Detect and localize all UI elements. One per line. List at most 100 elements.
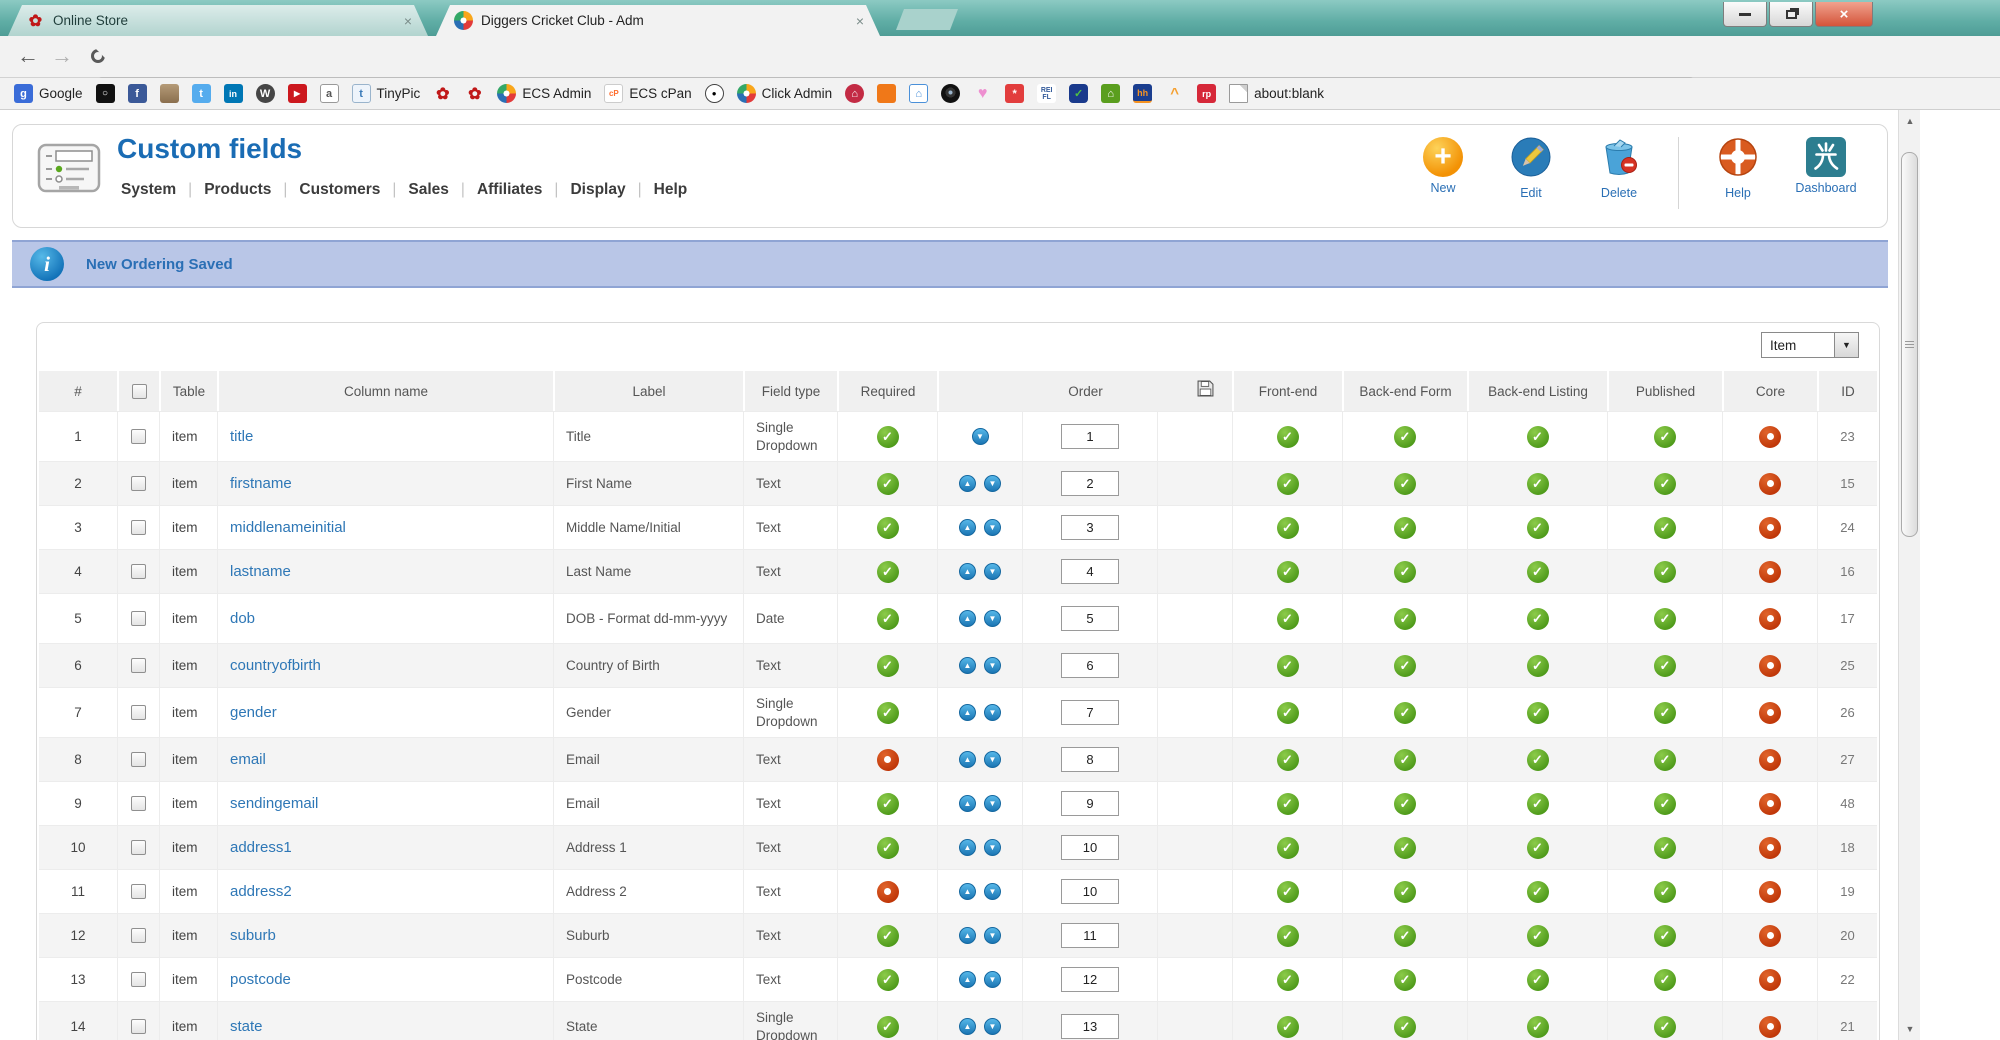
row-checkbox[interactable] [131,520,146,535]
backend-form-yes-icon[interactable]: ✓ [1394,881,1416,903]
row-checkbox[interactable] [131,840,146,855]
bookmark-item[interactable] [877,84,896,103]
move-up-icon[interactable]: ▲ [959,1018,976,1035]
header-column-name[interactable]: Column name [217,371,553,411]
column-name-link[interactable]: gender [230,704,277,721]
backend-listing-yes-icon[interactable]: ✓ [1527,655,1549,677]
move-down-icon[interactable]: ▼ [972,428,989,445]
front-end-yes-icon[interactable]: ✓ [1277,969,1299,991]
header-backend-form[interactable]: Back-end Form [1342,371,1467,411]
header-order[interactable]: Order [937,371,1232,411]
move-down-icon[interactable]: ▼ [984,751,1001,768]
move-up-icon[interactable]: ▲ [959,795,976,812]
backend-listing-yes-icon[interactable]: ✓ [1527,749,1549,771]
backend-form-yes-icon[interactable]: ✓ [1394,793,1416,815]
backend-form-yes-icon[interactable]: ✓ [1394,837,1416,859]
front-end-yes-icon[interactable]: ✓ [1277,749,1299,771]
move-up-icon[interactable]: ▲ [959,704,976,721]
row-checkbox[interactable] [131,564,146,579]
front-end-yes-icon[interactable]: ✓ [1277,473,1299,495]
backend-listing-yes-icon[interactable]: ✓ [1527,1016,1549,1038]
save-order-icon[interactable] [1197,380,1214,400]
menu-item-sales[interactable]: Sales [406,177,451,203]
menu-item-system[interactable]: System [119,177,178,203]
move-up-icon[interactable]: ▲ [959,610,976,627]
header-published[interactable]: Published [1607,371,1722,411]
move-down-icon[interactable]: ▼ [984,563,1001,580]
required-yes-icon[interactable]: ✓ [877,925,899,947]
bookmark-item[interactable] [465,84,484,103]
move-up-icon[interactable]: ▲ [959,927,976,944]
back-button[interactable]: ← [12,40,44,72]
bookmark-item[interactable] [845,84,864,103]
front-end-yes-icon[interactable]: ✓ [1277,881,1299,903]
front-end-yes-icon[interactable]: ✓ [1277,837,1299,859]
required-yes-icon[interactable]: ✓ [877,561,899,583]
bookmark-item[interactable] [128,84,147,103]
row-checkbox[interactable] [131,476,146,491]
published-yes-icon[interactable]: ✓ [1654,837,1676,859]
column-name-link[interactable]: suburb [230,927,276,944]
order-input[interactable] [1061,515,1119,540]
required-yes-icon[interactable]: ✓ [877,702,899,724]
published-yes-icon[interactable]: ✓ [1654,473,1676,495]
order-input[interactable] [1061,747,1119,772]
published-yes-icon[interactable]: ✓ [1654,655,1676,677]
close-icon[interactable]: × [852,13,868,29]
column-name-link[interactable]: state [230,1018,263,1035]
published-yes-icon[interactable]: ✓ [1654,793,1676,815]
backend-form-yes-icon[interactable]: ✓ [1394,655,1416,677]
menu-item-products[interactable]: Products [202,177,273,203]
order-input[interactable] [1061,967,1119,992]
move-up-icon[interactable]: ▲ [959,751,976,768]
bookmark-item[interactable] [320,84,339,103]
row-checkbox[interactable] [131,705,146,720]
reload-button[interactable] [82,40,114,72]
bookmark-item[interactable] [96,84,115,103]
scrollbar-thumb[interactable] [1901,152,1918,537]
backend-listing-yes-icon[interactable]: ✓ [1527,473,1549,495]
backend-listing-yes-icon[interactable]: ✓ [1527,969,1549,991]
bookmark-item[interactable] [1165,84,1184,103]
menu-item-help[interactable]: Help [652,177,690,203]
move-down-icon[interactable]: ▼ [984,657,1001,674]
move-down-icon[interactable]: ▼ [984,839,1001,856]
bookmark-item[interactable] [1069,84,1088,103]
backend-listing-yes-icon[interactable]: ✓ [1527,702,1549,724]
backend-form-yes-icon[interactable]: ✓ [1394,426,1416,448]
published-yes-icon[interactable]: ✓ [1654,925,1676,947]
move-down-icon[interactable]: ▼ [984,475,1001,492]
bookmark-item[interactable] [1101,84,1120,103]
move-down-icon[interactable]: ▼ [984,971,1001,988]
bookmark-item[interactable]: ECS Admin [497,84,591,103]
bookmark-item[interactable] [224,84,243,103]
required-yes-icon[interactable]: ✓ [877,1016,899,1038]
forward-button[interactable]: → [46,40,78,72]
bookmark-item[interactable] [909,84,928,103]
move-down-icon[interactable]: ▼ [984,519,1001,536]
published-yes-icon[interactable]: ✓ [1654,426,1676,448]
row-checkbox[interactable] [131,752,146,767]
row-checkbox[interactable] [131,884,146,899]
bookmark-item[interactable] [973,84,992,103]
backend-listing-yes-icon[interactable]: ✓ [1527,793,1549,815]
required-no-icon[interactable] [877,749,899,771]
required-no-icon[interactable] [877,881,899,903]
published-yes-icon[interactable]: ✓ [1654,969,1676,991]
published-yes-icon[interactable]: ✓ [1654,608,1676,630]
order-input[interactable] [1061,700,1119,725]
bookmark-item[interactable]: Click Admin [737,84,833,103]
bookmark-item[interactable] [1005,84,1024,103]
order-input[interactable] [1061,653,1119,678]
front-end-yes-icon[interactable]: ✓ [1277,517,1299,539]
required-yes-icon[interactable]: ✓ [877,969,899,991]
front-end-yes-icon[interactable]: ✓ [1277,925,1299,947]
browser-scrollbar[interactable]: ▲ ▼ [1898,110,1920,1040]
minimize-button[interactable] [1723,2,1767,27]
table-filter-dropdown[interactable]: Item ▼ [1761,332,1859,358]
bookmark-item[interactable] [705,84,724,103]
backend-form-yes-icon[interactable]: ✓ [1394,702,1416,724]
published-yes-icon[interactable]: ✓ [1654,561,1676,583]
order-input[interactable] [1061,923,1119,948]
column-name-link[interactable]: countryofbirth [230,657,321,674]
